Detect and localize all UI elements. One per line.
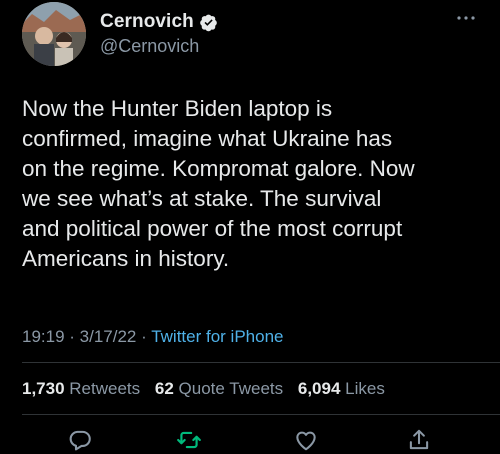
tweet-time[interactable]: 19:19 [22,327,65,346]
retweet-icon[interactable] [176,427,202,453]
meta-separator: · [64,327,80,346]
tweet-text-line: Now the Hunter Biden laptop is [22,96,333,121]
tweet-text-line: we see what’s at stake. The survival [22,186,382,211]
tweet-text-line: and political power of the most corrupt [22,216,403,241]
likes-stat[interactable]: 6,094 Likes [298,379,385,398]
quote-tweets-stat[interactable]: 62 Quote Tweets [155,379,283,398]
retweets-count: 1,730 [22,379,65,398]
share-icon[interactable] [406,427,432,453]
author-handle[interactable]: @Cernovich [100,36,199,57]
quote-tweets-label: Quote Tweets [178,379,284,398]
tweet-text-line: Americans in history. [22,246,230,271]
tweet: Cernovich @Cernovich Now the Hunter Bide… [0,0,500,454]
retweets-label: Retweets [69,379,141,398]
likes-count: 6,094 [297,379,341,398]
more-icon[interactable] [454,8,478,28]
retweets-stat[interactable]: 1,730 Retweets [22,379,140,398]
likes-label: Likes [345,379,385,398]
author-name-row: Cernovich [100,10,218,34]
tweet-text-line: on the regime. Kompromat galore. Now [22,156,415,181]
tweet-source-link[interactable]: Twitter for iPhone [151,327,283,346]
reply-icon[interactable] [67,427,93,453]
quote-tweets-count: 62 [154,379,174,398]
meta-separator: · [136,327,152,346]
tweet-meta: 19:19 · 3/17/22 · Twitter for iPhone [22,327,283,347]
avatar[interactable] [22,2,86,66]
display-name[interactable]: Cernovich [100,11,194,33]
divider [22,414,500,415]
tweet-text: Now the Hunter Biden laptop is confirmed… [22,94,484,274]
tweet-text-line: confirmed, imagine what Ukraine has [22,126,393,151]
tweet-stats: 1,730 Retweets 62 Quote Tweets 6,094 Lik… [22,379,395,399]
divider [22,362,500,363]
verified-badge-icon [199,13,218,32]
like-icon[interactable] [293,427,319,453]
tweet-date[interactable]: 3/17/22 [80,327,137,346]
